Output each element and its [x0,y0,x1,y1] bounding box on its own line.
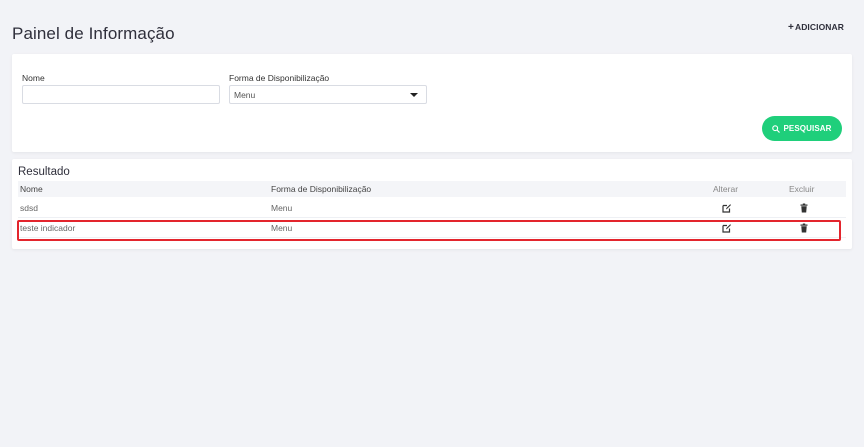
name-input[interactable] [22,85,220,104]
filter-panel: Nome Forma de Disponibilização Menu PESQ… [12,54,852,152]
table-row: sdsd Menu [18,199,846,218]
column-header-forma: Forma de Disponibilização [271,184,372,194]
forma-select[interactable]: Menu [229,85,427,104]
forma-label: Forma de Disponibilização [229,73,330,83]
results-panel: Resultado Nome Forma de Disponibilização… [12,159,852,249]
page-title: Painel de Informação [12,24,175,43]
edit-icon[interactable] [722,223,732,233]
table-row: teste indicador Menu [18,219,846,238]
forma-select-value: Menu [234,90,256,100]
column-header-alterar: Alterar [713,184,739,194]
cell-forma: Menu [271,203,293,213]
cell-nome: sdsd [20,203,38,213]
add-button-label: ADICIONAR [794,22,845,32]
cell-forma: Menu [271,223,293,233]
cell-nome: teste indicador [20,223,76,233]
trash-icon[interactable] [799,203,809,213]
search-button-label: PESQUISAR [783,124,832,133]
table-header: Nome Forma de Disponibilização Alterar E… [18,181,846,197]
column-header-nome: Nome [20,184,43,194]
search-button[interactable]: PESQUISAR [762,116,842,141]
column-header-excluir: Excluir [789,184,815,194]
trash-icon[interactable] [799,223,809,233]
caret-down-icon [410,93,418,97]
search-icon [772,124,781,133]
name-label: Nome [22,73,45,83]
plus-icon: + [788,22,794,33]
results-title: Resultado [18,166,70,178]
edit-icon[interactable] [722,203,732,213]
add-button[interactable]: +ADICIONAR [788,22,844,33]
